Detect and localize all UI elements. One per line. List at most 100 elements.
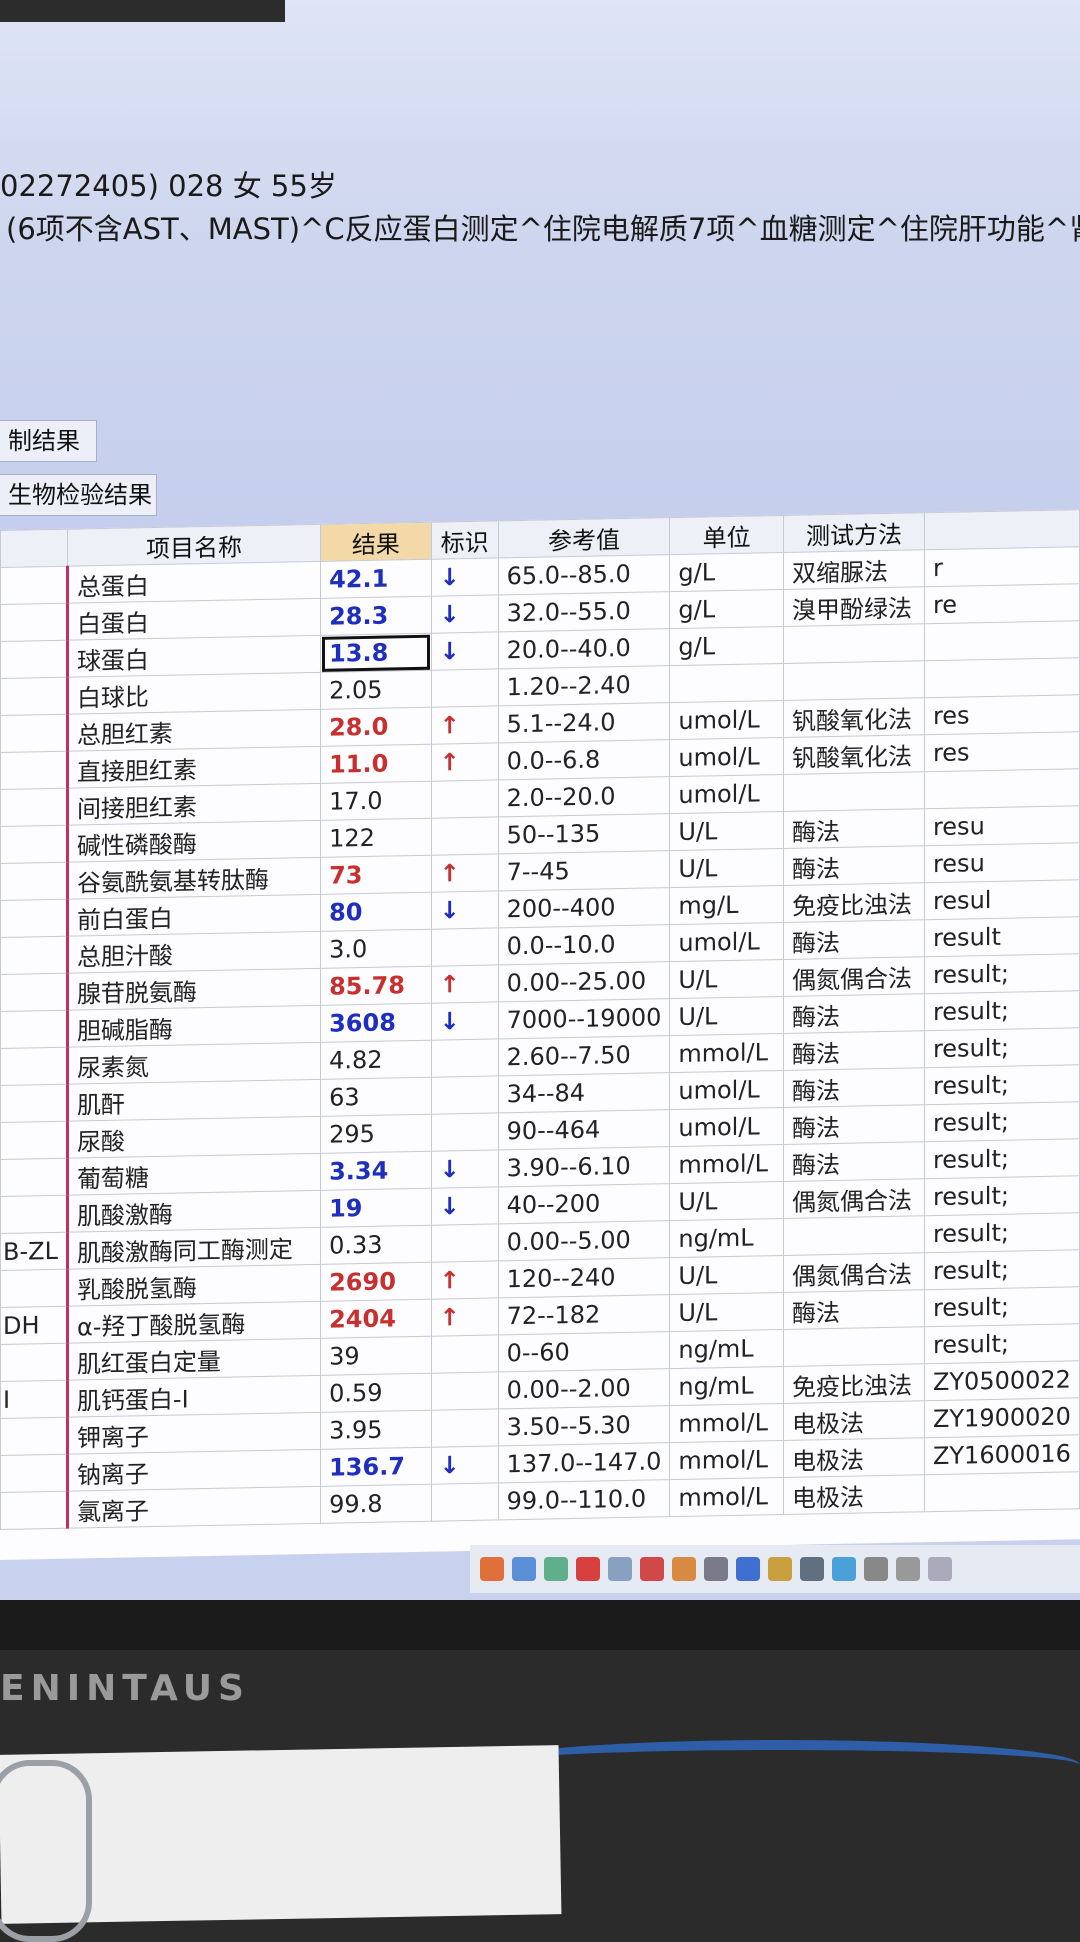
- extra-info: res: [924, 694, 1080, 735]
- extra-info: result;: [924, 1138, 1080, 1179]
- tab-biochem-results[interactable]: 生物检验结果: [0, 474, 157, 516]
- extra-info: result;: [924, 953, 1080, 994]
- test-method: [783, 1326, 925, 1367]
- app-icon[interactable]: [832, 1557, 856, 1581]
- result-value: 39: [320, 1336, 432, 1376]
- unit: U/L: [669, 1255, 784, 1295]
- app-icon[interactable]: [640, 1557, 664, 1581]
- flag-indicator: ↑: [431, 1297, 499, 1337]
- app-icon[interactable]: [672, 1557, 696, 1581]
- row-code: [0, 714, 68, 753]
- column-header-flag[interactable]: 标识: [431, 520, 499, 560]
- app-icon[interactable]: [608, 1557, 632, 1581]
- extra-info: result;: [924, 1175, 1080, 1216]
- test-name: 前白蛋白: [67, 894, 321, 937]
- test-name: 总胆红素: [67, 709, 321, 752]
- reference-range: 0.00--2.00: [498, 1368, 670, 1409]
- reference-range: 90--464: [498, 1109, 670, 1150]
- flag-indicator: ↓: [431, 1001, 499, 1041]
- test-method: 偶氮偶合法: [783, 1252, 925, 1293]
- extra-info: result: [924, 916, 1080, 957]
- reference-range: 3.50--5.30: [498, 1405, 670, 1446]
- result-value: 3.34: [320, 1151, 432, 1191]
- flag-indicator: [431, 1038, 499, 1078]
- test-method: 酶法: [783, 919, 925, 960]
- result-value: 28.3: [320, 596, 432, 636]
- test-name: 尿酸: [67, 1116, 321, 1159]
- column-header-code[interactable]: [0, 529, 68, 568]
- test-method: 酶法: [783, 1141, 925, 1182]
- cable: [480, 1740, 1080, 1790]
- row-code: [0, 1269, 68, 1308]
- app-icon[interactable]: [736, 1557, 760, 1581]
- row-code: [0, 788, 68, 827]
- unit: U/L: [669, 1292, 784, 1332]
- flag-indicator: ↓: [431, 1149, 499, 1189]
- test-items: (6项不含AST、MAST)^C反应蛋白测定^住院电解质7项^血糖测定^住院肝功…: [6, 212, 1080, 246]
- extra-info: resul: [924, 879, 1080, 920]
- results-grid: 项目名称 结果 标识 参考值 单位 测试方法 总蛋白 42.1 ↓ 65.0--85.…: [0, 509, 1080, 1560]
- reference-range: 0.00--5.00: [498, 1220, 670, 1261]
- column-header-method[interactable]: 测试方法: [783, 512, 925, 553]
- network-icon[interactable]: [864, 1557, 888, 1581]
- app-icon[interactable]: [704, 1557, 728, 1581]
- test-name: 肌酐: [67, 1079, 321, 1122]
- reference-range: 200--400: [498, 887, 670, 928]
- screen: 02272405) 028 女 55岁 (6项不含AST、MAST)^C反应蛋白…: [0, 0, 1080, 1600]
- app-icon[interactable]: [768, 1557, 792, 1581]
- row-code: [0, 1195, 68, 1234]
- unit: ng/mL: [669, 1366, 784, 1406]
- column-header-extra[interactable]: [924, 509, 1080, 550]
- taskbar: [470, 1545, 1080, 1593]
- row-code: [0, 1158, 68, 1197]
- test-method: 酶法: [783, 1030, 925, 1071]
- row-code: [0, 1010, 68, 1049]
- result-value: 63: [320, 1077, 432, 1117]
- test-method: 免疫比浊法: [783, 1363, 925, 1404]
- row-code: [0, 751, 68, 790]
- volume-icon[interactable]: [896, 1557, 920, 1581]
- extra-info: ZY1600016: [924, 1434, 1080, 1475]
- unit: umol/L: [669, 1107, 784, 1147]
- extra-info: ZY0500022: [924, 1360, 1080, 1401]
- row-code: [0, 1491, 68, 1530]
- tab-control-results[interactable]: 制结果: [0, 420, 97, 462]
- unit: umol/L: [669, 1070, 784, 1110]
- row-code: [0, 825, 68, 864]
- app-icon[interactable]: [800, 1557, 824, 1581]
- app-icon[interactable]: [512, 1557, 536, 1581]
- unit: mmol/L: [669, 1477, 784, 1517]
- test-method: 偶氮偶合法: [783, 956, 925, 997]
- extra-info: resu: [924, 842, 1080, 883]
- extra-info: resu: [924, 805, 1080, 846]
- result-value: 0.59: [320, 1373, 432, 1413]
- ime-icon[interactable]: [928, 1557, 952, 1581]
- row-code: [0, 899, 68, 938]
- unit: umol/L: [669, 922, 784, 962]
- result-value: 4.82: [320, 1040, 432, 1080]
- test-method: 酶法: [783, 1104, 925, 1145]
- app-icon[interactable]: [480, 1557, 504, 1581]
- result-value: 13.8: [320, 633, 432, 673]
- unit: U/L: [669, 996, 784, 1036]
- result-value: 17.0: [320, 781, 432, 821]
- column-header-result[interactable]: 结果: [320, 522, 432, 562]
- extra-info: r: [924, 546, 1080, 587]
- flag-indicator: ↑: [431, 742, 499, 782]
- result-value: 11.0: [320, 744, 432, 784]
- result-value: 2.05: [320, 670, 432, 710]
- reference-range: 40--200: [498, 1183, 670, 1224]
- flag-indicator: ↑: [431, 964, 499, 1004]
- test-method: [783, 623, 925, 664]
- app-icon[interactable]: [576, 1557, 600, 1581]
- column-header-name[interactable]: 项目名称: [67, 524, 321, 567]
- column-header-unit[interactable]: 单位: [669, 515, 784, 555]
- result-value: 73: [320, 855, 432, 895]
- unit: umol/L: [669, 700, 784, 740]
- test-method: 酶法: [783, 1289, 925, 1330]
- test-method: 钒酸氧化法: [783, 734, 925, 775]
- app-icon[interactable]: [544, 1557, 568, 1581]
- unit: [669, 663, 784, 703]
- column-header-reference[interactable]: 参考值: [498, 517, 670, 558]
- reference-range: 34--84: [498, 1072, 670, 1113]
